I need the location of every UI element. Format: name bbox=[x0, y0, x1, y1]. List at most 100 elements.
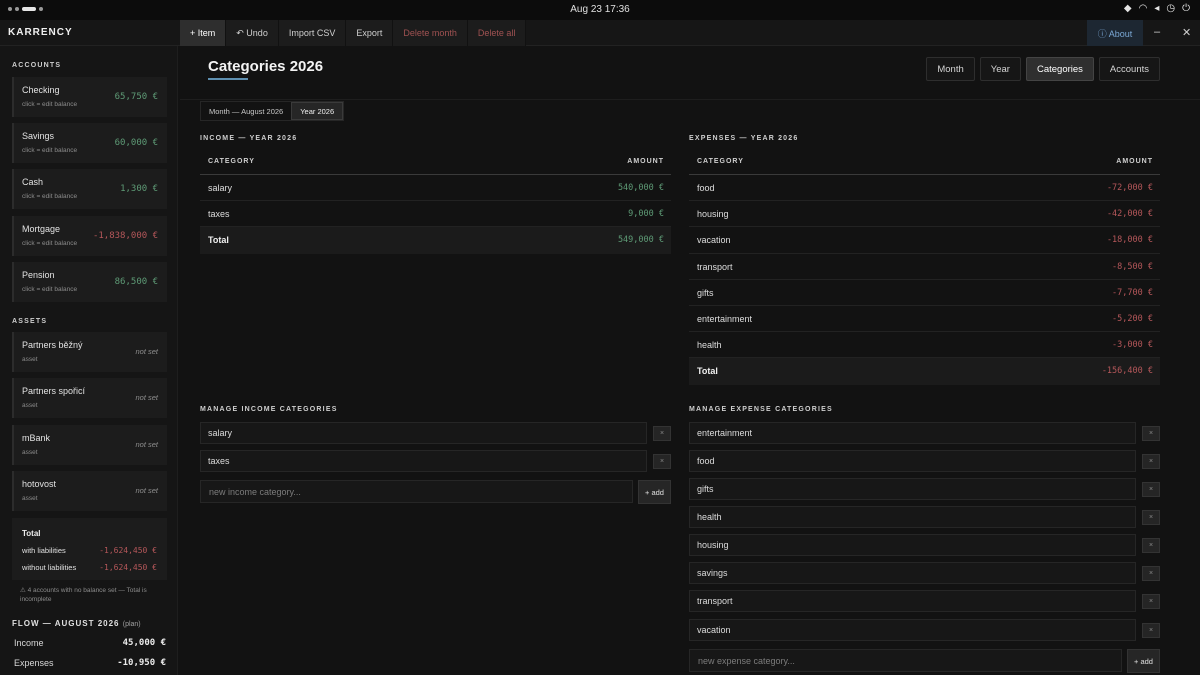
expenses-total-row: Total -156,400 € bbox=[689, 358, 1160, 385]
list-item: salary × bbox=[200, 422, 671, 444]
import-csv-button[interactable]: Import CSV bbox=[279, 20, 347, 46]
volume-icon[interactable]: ◂ bbox=[1154, 3, 1159, 14]
add-expense-category-button[interactable]: + add bbox=[1127, 649, 1160, 673]
remove-category-button[interactable]: × bbox=[653, 454, 671, 469]
flow-heading: FLOW — AUGUST 2026 (plan) bbox=[12, 619, 141, 628]
undo-button[interactable]: ↶ Undo bbox=[226, 20, 279, 46]
expense-category-field[interactable]: housing bbox=[689, 534, 1136, 556]
remove-category-button[interactable]: × bbox=[653, 426, 671, 441]
expense-category-field[interactable]: transport bbox=[689, 590, 1136, 612]
view-categories-button[interactable]: Categories bbox=[1025, 57, 1094, 81]
flow-plan-tag: (plan) bbox=[122, 621, 141, 628]
category-cell: transport bbox=[697, 261, 733, 272]
flow-expenses-label: Expenses bbox=[14, 658, 54, 668]
amount-cell: -18,000 € bbox=[1106, 235, 1153, 246]
view-year-button[interactable]: Year bbox=[979, 57, 1021, 81]
asset-name: Partners spořicí bbox=[22, 386, 86, 396]
view-month-button[interactable]: Month bbox=[926, 57, 975, 81]
account-card-mortgage[interactable]: Mortgage click = edit balance -1,838,000… bbox=[12, 216, 167, 256]
account-card-savings[interactable]: Savings click = edit balance 60,000 € bbox=[12, 123, 167, 163]
export-button[interactable]: Export bbox=[346, 20, 394, 46]
list-item: savings × bbox=[689, 562, 1160, 584]
asset-status: not set bbox=[135, 440, 158, 449]
minimize-icon[interactable]: – bbox=[1154, 26, 1160, 38]
with-liabilities-label: with liabilities bbox=[22, 546, 66, 555]
asset-name: mBank bbox=[22, 433, 51, 443]
asset-card[interactable]: Partners běžný asset not set bbox=[12, 332, 167, 372]
remove-category-button[interactable]: × bbox=[1142, 510, 1160, 525]
period-year-tab[interactable]: Year 2026 bbox=[291, 102, 344, 120]
add-income-category-button[interactable]: + add bbox=[638, 480, 671, 504]
category-cell: health bbox=[697, 340, 722, 351]
account-balance: -1,838,000 € bbox=[92, 231, 158, 241]
header-divider bbox=[180, 99, 1200, 100]
amount-cell: -7,700 € bbox=[1112, 287, 1153, 298]
account-card-pension[interactable]: Pension click = edit balance 86,500 € bbox=[12, 262, 167, 302]
close-icon[interactable]: ✕ bbox=[1182, 26, 1191, 39]
list-item: food × bbox=[689, 450, 1160, 472]
asset-card[interactable]: hotovost asset not set bbox=[12, 471, 167, 511]
account-hint: click = edit balance bbox=[22, 240, 78, 247]
add-item-button[interactable]: + Item bbox=[180, 20, 227, 46]
list-item: entertainment × bbox=[689, 422, 1160, 444]
account-card-cash[interactable]: Cash click = edit balance 1,300 € bbox=[12, 169, 167, 209]
expenses-table: CATEGORY AMOUNT food -72,000 € housing -… bbox=[689, 148, 1160, 385]
asset-type: asset bbox=[22, 495, 38, 502]
about-button[interactable]: ⓘ About bbox=[1087, 20, 1143, 46]
sidebar: ACCOUNTS Checking click = edit balance 6… bbox=[0, 46, 178, 675]
category-cell: taxes bbox=[208, 209, 230, 220]
app-brand: KARRENCY bbox=[8, 27, 73, 38]
expense-category-field[interactable]: savings bbox=[689, 562, 1136, 584]
timer-icon[interactable]: ◷ bbox=[1166, 3, 1175, 14]
account-balance: 60,000 € bbox=[114, 138, 158, 148]
category-cell: food bbox=[697, 183, 715, 193]
asset-card[interactable]: mBank asset not set bbox=[12, 425, 167, 465]
view-accounts-button[interactable]: Accounts bbox=[1098, 57, 1160, 81]
account-balance: 1,300 € bbox=[120, 184, 158, 194]
income-category-field[interactable]: taxes bbox=[200, 450, 647, 472]
remove-category-button[interactable]: × bbox=[1142, 454, 1160, 469]
period-month-tab[interactable]: Month — August 2026 bbox=[201, 102, 291, 120]
delete-month-button[interactable]: Delete month bbox=[393, 20, 468, 46]
income-table-header: CATEGORY AMOUNT bbox=[200, 148, 671, 175]
expense-category-field[interactable]: food bbox=[689, 450, 1136, 472]
account-card-checking[interactable]: Checking click = edit balance 65,750 € bbox=[12, 77, 167, 117]
list-item: gifts × bbox=[689, 478, 1160, 500]
wifi-icon[interactable]: ◠ bbox=[1139, 3, 1148, 14]
manage-expense-heading: MANAGE EXPENSE CATEGORIES bbox=[689, 406, 833, 413]
asset-card[interactable]: Partners spořicí asset not set bbox=[12, 378, 167, 418]
remove-category-button[interactable]: × bbox=[1142, 594, 1160, 609]
new-income-category-input[interactable]: new income category... bbox=[200, 480, 633, 503]
remove-category-button[interactable]: × bbox=[1142, 566, 1160, 581]
accounts-heading: ACCOUNTS bbox=[12, 62, 62, 69]
expense-category-field[interactable]: gifts bbox=[689, 478, 1136, 500]
account-hint: click = edit balance bbox=[22, 147, 78, 154]
table-row: food -72,000 € bbox=[689, 175, 1160, 202]
power-icon[interactable]: ⏻ bbox=[1182, 3, 1190, 14]
assets-heading: ASSETS bbox=[12, 318, 48, 325]
total-label: Total bbox=[697, 366, 718, 377]
new-expense-category-input[interactable]: new expense category... bbox=[689, 649, 1122, 672]
main-content: Categories 2026 Month Year Categories Ac… bbox=[180, 46, 1200, 675]
toolbar: + Item ↶ Undo Import CSV Export Delete m… bbox=[180, 20, 527, 46]
expense-category-field[interactable]: vacation bbox=[689, 619, 1136, 641]
expense-category-field[interactable]: entertainment bbox=[689, 422, 1136, 444]
system-tray[interactable]: ◆ ◠ ◂ ◷ ⏻ bbox=[1124, 3, 1190, 14]
dropbox-icon[interactable]: ◆ bbox=[1124, 3, 1132, 14]
flow-income-row: Income 45,000 € bbox=[14, 638, 166, 648]
account-hint: click = edit balance bbox=[22, 193, 78, 200]
remove-category-button[interactable]: × bbox=[1142, 426, 1160, 441]
expense-category-field[interactable]: health bbox=[689, 506, 1136, 528]
flow-income-value: 45,000 € bbox=[122, 638, 166, 648]
remove-category-button[interactable]: × bbox=[1142, 538, 1160, 553]
remove-category-button[interactable]: × bbox=[1142, 623, 1160, 638]
flow-income-label: Income bbox=[14, 638, 44, 648]
list-item: housing × bbox=[689, 534, 1160, 556]
delete-all-button[interactable]: Delete all bbox=[468, 20, 527, 46]
income-category-field[interactable]: salary bbox=[200, 422, 647, 444]
system-clock[interactable]: Aug 23 17:36 bbox=[0, 4, 1200, 15]
amount-cell: -42,000 € bbox=[1106, 209, 1153, 220]
income-table: CATEGORY AMOUNT salary 540,000 € taxes 9… bbox=[200, 148, 671, 254]
asset-status: not set bbox=[135, 393, 158, 402]
remove-category-button[interactable]: × bbox=[1142, 482, 1160, 497]
